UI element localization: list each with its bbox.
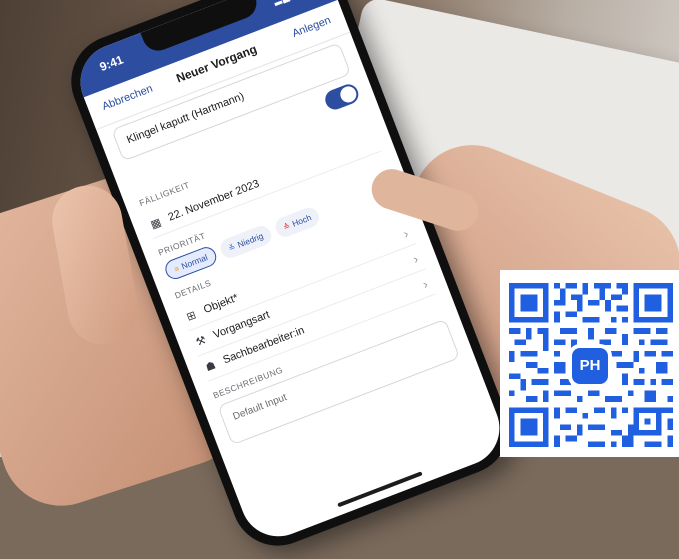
chevron-right-icon: › bbox=[420, 275, 430, 292]
qr-code[interactable]: PH bbox=[500, 270, 679, 457]
priority-high-label: Hoch bbox=[290, 212, 313, 229]
priority-normal-label: Normal bbox=[179, 252, 210, 272]
description-placeholder: Default Input bbox=[231, 392, 289, 423]
toggle-switch[interactable] bbox=[322, 81, 362, 113]
chevron-right-icon: › bbox=[410, 250, 421, 267]
priority-normal-icon: ≡ bbox=[172, 263, 181, 274]
grid-icon: ⊞ bbox=[184, 308, 198, 324]
wrench-icon: ⚒ bbox=[194, 333, 208, 349]
priority-low-icon: ≚ bbox=[227, 241, 237, 253]
chevron-right-icon: › bbox=[400, 225, 411, 241]
person-icon: ☗ bbox=[203, 358, 218, 374]
qr-logo-badge: PH bbox=[572, 348, 608, 384]
status-time: 9:41 bbox=[97, 52, 126, 75]
home-indicator bbox=[337, 471, 423, 508]
priority-low-label: Niedrig bbox=[235, 230, 265, 250]
signal-icon: ▂▄▆ ◐ bbox=[272, 0, 310, 7]
calendar-icon: ▦ bbox=[148, 216, 163, 231]
priority-high-icon: ≙ bbox=[281, 220, 292, 232]
add-button[interactable]: Anlegen bbox=[291, 14, 333, 40]
details-item-object-label: Objekt* bbox=[202, 291, 240, 317]
